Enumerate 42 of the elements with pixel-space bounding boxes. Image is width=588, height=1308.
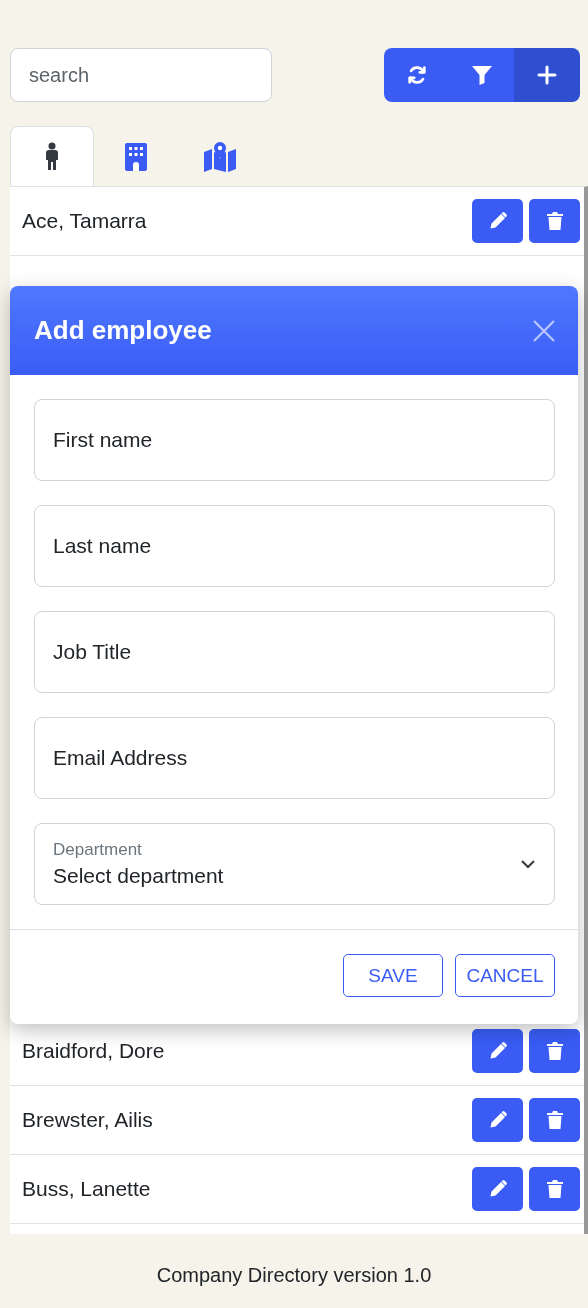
trash-icon xyxy=(545,211,564,231)
building-icon xyxy=(124,141,148,172)
filter-icon xyxy=(469,63,494,87)
edit-button[interactable] xyxy=(472,1167,523,1211)
edit-button[interactable] xyxy=(472,1098,523,1142)
refresh-button[interactable] xyxy=(384,48,449,102)
text-field[interactable]: First name xyxy=(34,399,555,481)
search-field[interactable]: search xyxy=(10,48,272,102)
text-field[interactable]: Email Address xyxy=(34,717,555,799)
employee-name: Buss, Lanette xyxy=(22,1177,151,1201)
close-button[interactable] xyxy=(532,318,556,343)
employee-name: Braidford, Dore xyxy=(22,1039,165,1063)
dialog-button[interactable]: CANCEL xyxy=(455,954,555,997)
pencil-icon xyxy=(487,1179,508,1199)
department-select[interactable]: Department Select department xyxy=(34,823,555,905)
modal-title: Add employee xyxy=(34,315,212,346)
add-button[interactable] xyxy=(514,48,580,102)
pencil-icon xyxy=(487,211,508,231)
delete-button[interactable] xyxy=(529,1167,580,1211)
plus-icon xyxy=(537,65,557,85)
delete-button[interactable] xyxy=(529,199,580,243)
chevron-down-icon xyxy=(520,859,536,869)
delete-button[interactable] xyxy=(529,1029,580,1073)
employee-name: Ace, Tamarra xyxy=(22,209,147,233)
version-text: Company Directory version 1.0 xyxy=(155,1263,433,1287)
trash-icon xyxy=(545,1041,564,1061)
trash-icon xyxy=(545,1179,564,1199)
pencil-icon xyxy=(487,1110,508,1130)
refresh-icon xyxy=(405,64,428,86)
pencil-icon xyxy=(487,1041,508,1061)
delete-button[interactable] xyxy=(529,1098,580,1142)
edit-button[interactable] xyxy=(472,199,523,243)
employee-name: Brewster, Ailis xyxy=(22,1108,153,1132)
text-field[interactable]: Last name xyxy=(34,505,555,587)
edit-button[interactable] xyxy=(472,1029,523,1073)
map-pin-icon xyxy=(203,141,237,172)
close-icon xyxy=(532,318,556,343)
filter-button[interactable] xyxy=(449,48,514,102)
text-field[interactable]: Job Title xyxy=(34,611,555,693)
trash-icon xyxy=(545,1110,564,1130)
tab[interactable] xyxy=(10,126,94,186)
dialog-button[interactable]: SAVE xyxy=(343,954,443,997)
